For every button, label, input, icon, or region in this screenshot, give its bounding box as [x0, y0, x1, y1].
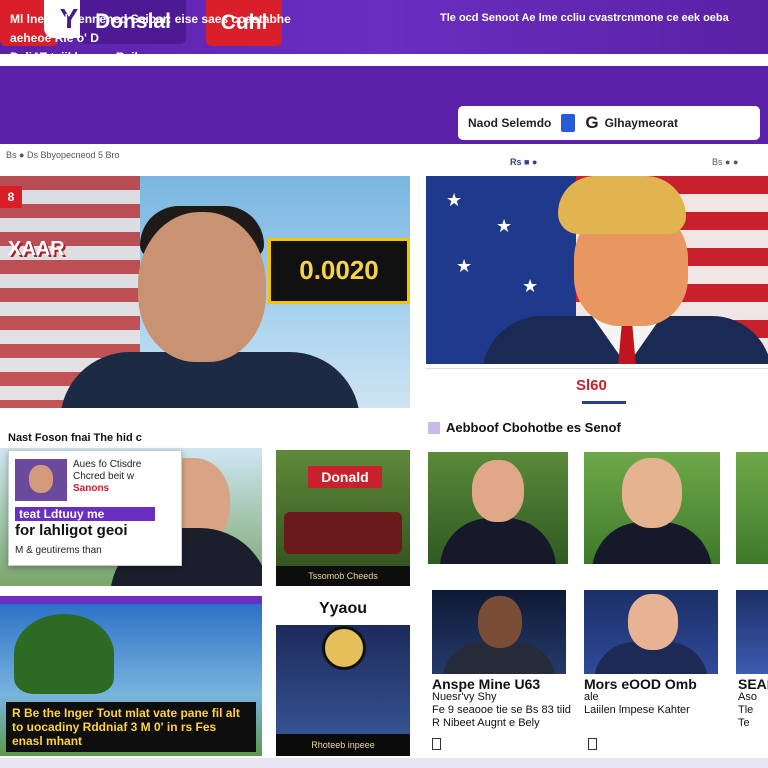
- card-sub: Aso: [738, 691, 757, 703]
- card-sub: Nuesr'vy Shy: [432, 691, 497, 703]
- person-face: [478, 596, 522, 648]
- star-icon: ★: [446, 190, 463, 210]
- person-card-text[interactable]: Anspe Mine U63 Nuesr'vy Shy Fe 9 seaooe …: [432, 676, 572, 730]
- section-title-left: Nast Foson fnai The hid c: [8, 432, 142, 444]
- popup-thumbnail: [15, 459, 67, 501]
- card-headline: Anspe Mine U63: [432, 676, 541, 692]
- caption-underline: [582, 401, 626, 404]
- section-links[interactable]: Rs ■ ●: [510, 157, 537, 167]
- counter-value: 0.0020: [299, 255, 379, 285]
- hero-right-caption[interactable]: Sl60: [426, 368, 768, 412]
- flag-icon: [561, 114, 576, 132]
- person-card-text[interactable]: SEAI Aso Tle Te: [738, 678, 768, 730]
- popup-line: Sanons: [73, 483, 110, 494]
- tile-logo: Yyaou: [318, 600, 367, 617]
- photo-background: [736, 590, 768, 674]
- counter-box: 0.0020: [268, 238, 410, 304]
- person-face: [138, 212, 266, 362]
- person-hair: [558, 176, 686, 234]
- tile-caption: R Be the Inger Tout mlat vate pane fil a…: [6, 702, 256, 752]
- tile-caption: Rhoteeb inpeee: [276, 734, 410, 756]
- caption-text: Sl60: [576, 377, 607, 394]
- palm-tile[interactable]: R Be the Inger Tout mlat vate pane fil a…: [0, 596, 262, 756]
- section-title-right: Aebboof Cbohotbe es Senof: [428, 420, 621, 435]
- photo-background: [736, 452, 768, 564]
- person-face: [472, 460, 524, 522]
- person-card-photo[interactable]: [584, 452, 720, 564]
- hero-title: XAAR: [8, 238, 65, 260]
- donald-badge: Donald: [308, 466, 382, 488]
- popup-card[interactable]: Aues fo Ctisdre Chcred beit w Sanons tea…: [8, 450, 182, 566]
- popup-line: Aues fo Ctisdre: [73, 459, 142, 470]
- popup-footnote: M & geutirems than: [15, 545, 102, 556]
- card-body: Fe 9 seaooe tie se Bs 83 tiid: [432, 704, 571, 716]
- hero-tag: 8: [0, 186, 22, 208]
- card-foot: Laiilen lmpese Kahter: [584, 704, 690, 716]
- banner-line: aeheoe Rle o' D: [10, 31, 99, 45]
- search-right-text: Glhaymeorat: [604, 116, 678, 130]
- star-icon: ★: [456, 256, 473, 276]
- select-checkbox[interactable]: [432, 738, 441, 750]
- section-title-text: Aebboof Cbohotbe es Senof: [446, 420, 621, 435]
- tile-caption: Tssomob Cheeds: [276, 566, 410, 586]
- person-face: [29, 465, 53, 493]
- person-card-photo[interactable]: [428, 452, 568, 564]
- person-card-photo[interactable]: [736, 590, 768, 674]
- popup-headline: for lahligot geoi: [15, 522, 128, 539]
- breadcrumb[interactable]: Bs ● Ds Bbyopecneod 5 Bro: [6, 150, 120, 160]
- banner-subtext: Tle ocd Senoot Ae lme ccliu cvastrcnmone…: [440, 12, 729, 24]
- banner-line: DeliAT taiil kay on Reile ps.: [10, 50, 166, 64]
- banner-headline: Ml lne ccd sennened Saipar: eise saes co…: [10, 10, 340, 67]
- bottom-strip: [0, 758, 768, 768]
- card-sub: ale: [584, 691, 599, 703]
- card-body: Tle: [738, 704, 754, 716]
- share-links[interactable]: Bs ● ●: [712, 157, 738, 167]
- person-card-photo[interactable]: [736, 452, 768, 564]
- card-foot: Te: [738, 717, 750, 729]
- section-square-icon: [428, 421, 440, 434]
- person-face: [628, 594, 678, 650]
- person-face: [622, 458, 682, 528]
- hero-story-right[interactable]: ★ ★ ★ ★: [426, 176, 768, 364]
- banner-line: Ml lne ccd sennened Saipar: eise saes co…: [10, 12, 291, 26]
- star-icon: ★: [496, 216, 513, 236]
- card-foot: R Nibeet Augnt e Bely: [432, 717, 540, 729]
- popup-line: Chcred beit w: [73, 471, 135, 482]
- popup-highlight: teat Ldtuuy me: [15, 507, 155, 521]
- person-card-text[interactable]: Mors eOOD Omb ale Laiilen lmpese Kahter: [584, 676, 724, 717]
- parade-float: [284, 512, 402, 554]
- person-card-photo[interactable]: [432, 590, 566, 674]
- yaoo-tile[interactable]: Yyaou Rhoteeb inpeee: [276, 596, 410, 756]
- card-headline: SEAI: [738, 678, 768, 692]
- person-card-photo[interactable]: [584, 590, 718, 674]
- mascot-icon: [322, 626, 366, 670]
- donald-tile[interactable]: Donald Tssomob Cheeds: [276, 450, 410, 586]
- search-left-text: Naod Selemdo: [468, 116, 552, 130]
- card-headline: Mors eOOD Omb: [584, 676, 697, 692]
- search-bar[interactable]: Naod Selemdo G Glhaymeorat: [458, 106, 760, 140]
- search-g-icon: G: [585, 113, 599, 132]
- palm-tree: [14, 614, 114, 694]
- star-icon: ★: [522, 276, 539, 296]
- select-checkbox[interactable]: [588, 738, 597, 750]
